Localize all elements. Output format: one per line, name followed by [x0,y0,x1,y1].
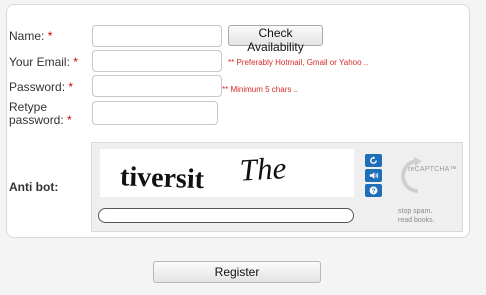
recaptcha-trademark: ™ [449,166,457,173]
retype-password-label: Retype password: * [9,101,72,127]
recaptcha-tagline-line1: stop spam. [398,208,433,215]
password-input[interactable] [92,75,222,97]
refresh-icon [370,156,377,164]
check-availability-button[interactable]: Check Availability [228,25,323,54]
email-input[interactable] [92,50,222,72]
svg-text:?: ? [372,188,376,195]
recaptcha-brand: reCAPTCHA™ [408,166,457,173]
required-marker: * [73,55,78,69]
name-label: Name: * [9,30,52,43]
antibot-label: Anti bot: [9,180,59,194]
captcha-word-2: The [239,150,288,187]
page: Name: * Check Availability Your Email: *… [0,0,486,295]
captcha-image: tiversit The [100,149,354,197]
captcha-refresh-button[interactable] [365,154,382,167]
retype-label-line2: password: [9,113,64,127]
captcha-help-button[interactable]: ? [365,184,382,197]
retype-label-line1: Retype [9,100,48,114]
email-label: Your Email: * [9,56,78,69]
retype-password-input[interactable] [92,101,218,125]
help-icon: ? [369,186,378,195]
password-label-text: Password: [9,80,66,94]
required-marker: * [67,113,72,127]
captcha-audio-button[interactable] [365,169,382,182]
email-hint: ** Preferably Hotmail, Gmail or Yahoo .. [228,58,369,67]
recaptcha-tagline: stop spam. read books. [398,207,435,225]
recaptcha-widget: tiversit The ? reCAPTCHA™ stop spam. rea… [91,142,463,232]
recaptcha-logo-icon [401,157,422,193]
captcha-response-input[interactable] [98,208,354,223]
required-marker: * [68,80,74,94]
register-button[interactable]: Register [153,261,321,283]
email-label-text: Your Email: [9,55,70,69]
audio-icon [369,172,378,179]
captcha-word-1: tiversit [120,161,206,195]
password-hint: ** Minimum 5 chars .. [222,85,299,94]
required-marker: * [47,29,53,43]
password-label: Password: * [9,81,73,94]
recaptcha-brand-text: reCAPTCHA [408,166,450,173]
recaptcha-tagline-line2: read books. [398,217,435,224]
name-label-text: Name: [9,29,45,43]
name-input[interactable] [92,25,222,47]
